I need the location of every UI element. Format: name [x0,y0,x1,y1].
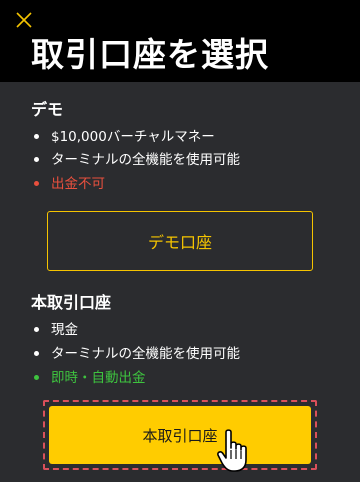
bullet-icon [34,156,39,162]
close-button[interactable] [14,10,34,30]
real-feature-text: 即時・自動出金 [51,370,146,386]
bullet-icon [34,180,39,186]
demo-feature-item: ターミナルの全機能を使用可能 [34,151,240,169]
demo-feature-text: ターミナルの全機能を使用可能 [51,152,240,168]
bullet-icon [34,133,39,139]
demo-feature-item-negative: 出金不可 [34,175,105,193]
real-feature-text: ターミナルの全機能を使用可能 [51,346,240,362]
demo-section-title: デモ [31,100,64,119]
real-section-title: 本取引口座 [31,293,112,312]
real-feature-text: 現金 [51,322,78,338]
close-icon [16,12,32,28]
real-feature-item: ターミナルの全機能を使用可能 [34,345,240,363]
bullet-icon [34,350,39,356]
header-bar: 取引口座を選択 [0,0,360,82]
real-feature-item: 現金 [34,321,78,339]
real-feature-item-positive: 即時・自動出金 [34,369,146,387]
real-account-button-focus-outline: 本取引口座 [43,400,317,470]
demo-feature-item: $10,000バーチャルマネー [34,128,215,146]
page-title: 取引口座を選択 [31,35,269,74]
real-account-button[interactable]: 本取引口座 [49,406,311,464]
bullet-icon [34,326,39,332]
demo-feature-text: $10,000バーチャルマネー [51,129,215,145]
demo-account-button[interactable]: デモ口座 [47,211,313,271]
bullet-icon [34,374,39,380]
demo-feature-text: 出金不可 [51,176,105,192]
